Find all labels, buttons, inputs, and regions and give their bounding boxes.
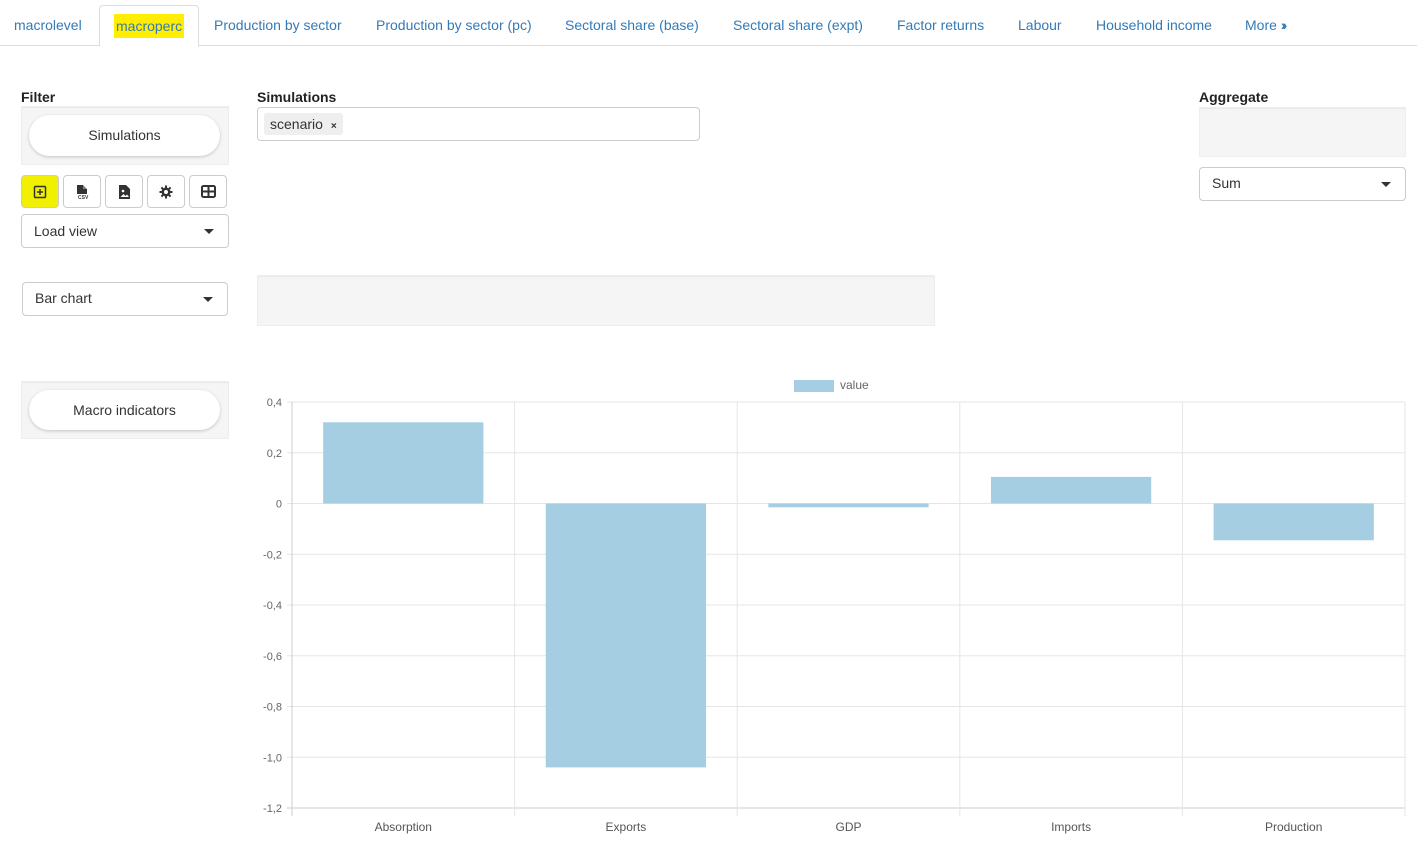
bar-gdp: [768, 503, 929, 508]
bar-production: [1213, 503, 1374, 541]
y-tick-label: 0: [276, 499, 282, 511]
y-tick-label: -0,4: [263, 600, 282, 612]
legend-label: value: [840, 378, 869, 392]
y-tick-label: -0,2: [263, 549, 282, 561]
x-tick-label: Absorption: [375, 820, 432, 834]
y-tick-label: -0,6: [263, 651, 282, 663]
bar-chart: 0,4 0,2 0 -0,2 -0,4 -0,6 -0,8 -1,0 -1,2 Absorptio…: [263, 378, 1406, 834]
y-tick-label: -1,2: [263, 803, 282, 815]
legend-swatch: [794, 380, 834, 392]
x-tick-label: Imports: [1051, 820, 1091, 834]
bar-absorption: [323, 422, 484, 504]
bar-exports: [545, 503, 707, 768]
bar-imports: [990, 476, 1152, 504]
x-tick-label: Production: [1265, 820, 1322, 834]
x-tick-label: GDP: [835, 820, 861, 834]
y-tick-label: 0,4: [267, 397, 282, 409]
x-tick-label: Exports: [606, 820, 647, 834]
y-tick-label: -0,8: [263, 702, 282, 714]
y-tick-label: -1,0: [263, 752, 282, 764]
y-tick-label: 0,2: [267, 448, 282, 460]
